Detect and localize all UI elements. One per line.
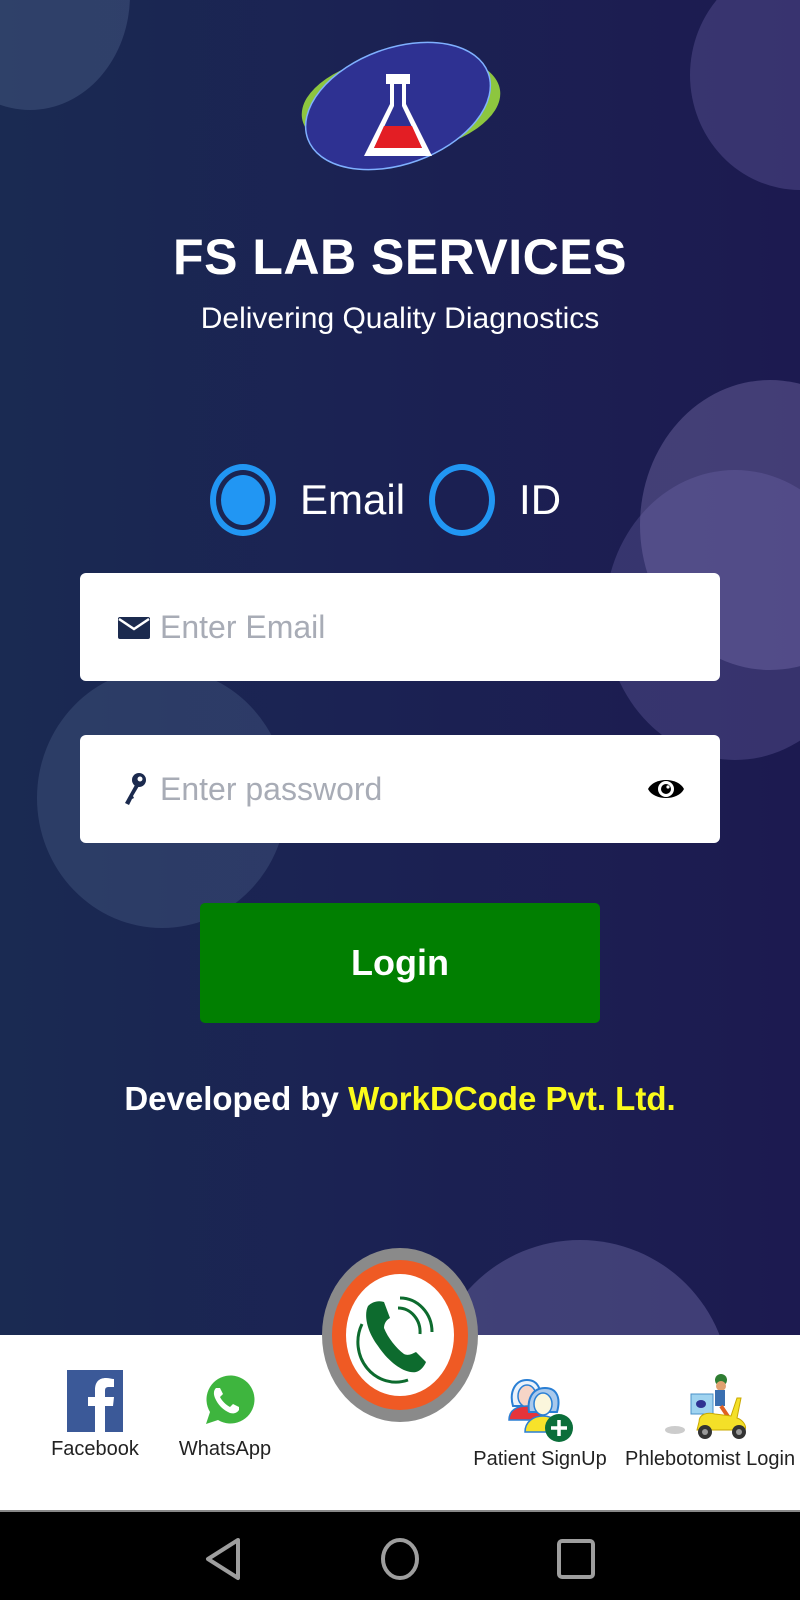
- whatsapp-label: WhatsApp: [178, 1438, 272, 1460]
- radio-email[interactable]: Email: [210, 464, 429, 536]
- radio-unchecked-icon[interactable]: [429, 464, 496, 536]
- facebook-button[interactable]: Facebook: [40, 1370, 150, 1461]
- envelope-icon: [118, 617, 150, 639]
- key-icon: [125, 773, 146, 805]
- app-subtitle: Delivering Quality Diagnostics: [200, 302, 600, 335]
- flask-icon: [301, 41, 501, 171]
- decorative-bubble: [690, 0, 800, 190]
- patient-signup-label: Patient SignUp: [473, 1448, 607, 1470]
- login-screen: FS LAB SERVICES Delivering Quality Diagn…: [0, 0, 800, 1335]
- developer-credit: Developed by WorkDCode Pvt. Ltd.: [0, 1080, 800, 1118]
- app-title: FS LAB SERVICES: [173, 229, 627, 285]
- scooter-delivery-icon: [665, 1374, 746, 1439]
- phlebotomist-login-button[interactable]: Phlebotomist Login: [625, 1370, 795, 1471]
- password-field-container: [80, 735, 720, 843]
- call-button[interactable]: [322, 1248, 478, 1422]
- recents-icon[interactable]: [552, 1534, 602, 1584]
- system-navigation-bar: [0, 1510, 800, 1600]
- email-field-container: [80, 573, 720, 681]
- email-input[interactable]: [160, 593, 680, 661]
- radio-id-label: ID: [519, 476, 562, 523]
- radio-checked-icon[interactable]: [210, 464, 276, 536]
- eye-icon[interactable]: [646, 773, 686, 805]
- developer-credit-prefix: Developed by: [124, 1080, 349, 1117]
- facebook-icon: [67, 1370, 123, 1432]
- radio-id[interactable]: ID: [429, 464, 585, 536]
- login-button[interactable]: Login: [200, 903, 600, 1023]
- home-icon[interactable]: [375, 1534, 425, 1584]
- decorative-bubble: [0, 0, 130, 110]
- phone-call-icon: [356, 1296, 434, 1384]
- patient-signup-icon: [508, 1378, 573, 1442]
- facebook-label: Facebook: [51, 1438, 139, 1460]
- password-input[interactable]: [160, 755, 680, 823]
- phlebotomist-login-label: Phlebotomist Login: [625, 1448, 796, 1470]
- whatsapp-button[interactable]: WhatsApp: [165, 1370, 285, 1461]
- login-type-radio-group: Email ID: [210, 463, 585, 537]
- developer-company-link[interactable]: WorkDCode Pvt. Ltd.: [348, 1080, 676, 1117]
- radio-email-label: Email: [300, 476, 406, 523]
- patient-signup-button[interactable]: Patient SignUp: [470, 1370, 610, 1471]
- back-icon[interactable]: [200, 1534, 250, 1584]
- whatsapp-icon: [197, 1372, 255, 1428]
